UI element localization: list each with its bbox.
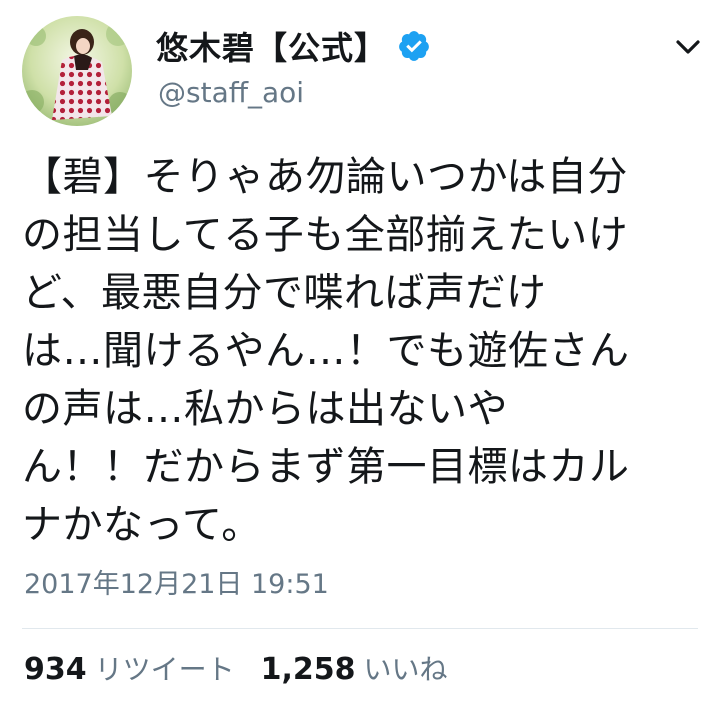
- tweet-text-line: の声は…私からは出ないや: [22, 386, 508, 432]
- divider: [22, 628, 698, 629]
- retweets-stat[interactable]: 934 リツイート: [24, 648, 235, 688]
- avatar-image: [22, 16, 132, 126]
- likes-count: 1,258: [260, 652, 356, 687]
- user-handle[interactable]: @staff_aoi: [158, 76, 304, 109]
- tweet-text-line: 【碧】そりゃあ勿論いつかは自分: [22, 154, 628, 200]
- tweet-text-line: ナかなって。: [22, 502, 262, 548]
- chevron-down-icon[interactable]: [668, 32, 708, 62]
- likes-stat[interactable]: 1,258 いいね: [261, 648, 448, 688]
- retweets-label: リツイート: [94, 653, 235, 686]
- display-name-row[interactable]: 悠木碧【公式】: [156, 24, 431, 68]
- tweet-text-line: ん！！だからまず第一目標はカル: [22, 444, 630, 490]
- tweet-text: 【碧】そりゃあ勿論いつかは自分 の担当してる子も全部揃えたいけ ど、最悪自分で喋…: [22, 148, 698, 554]
- tweet-text-line: の担当してる子も全部揃えたいけ: [22, 212, 629, 258]
- tweet-stats: 934 リツイート 1,258 いいね: [24, 648, 448, 688]
- likes-label: いいね: [363, 653, 448, 686]
- tweet-timestamp[interactable]: 2017年12月21日 19:51: [24, 562, 329, 601]
- tweet-text-line: は…聞けるやん…！でも遊佐さん: [22, 328, 630, 374]
- avatar[interactable]: [22, 16, 132, 126]
- verified-badge-icon: [397, 29, 431, 63]
- tweet-card: 悠木碧【公式】 @staff_aoi 【碧】そりゃあ勿論いつかは自分 の担当して…: [0, 0, 720, 712]
- tweet-text-line: ど、最悪自分で喋れば声だけ: [22, 270, 547, 316]
- retweets-count: 934: [24, 652, 87, 687]
- display-name[interactable]: 悠木碧【公式】: [156, 23, 387, 69]
